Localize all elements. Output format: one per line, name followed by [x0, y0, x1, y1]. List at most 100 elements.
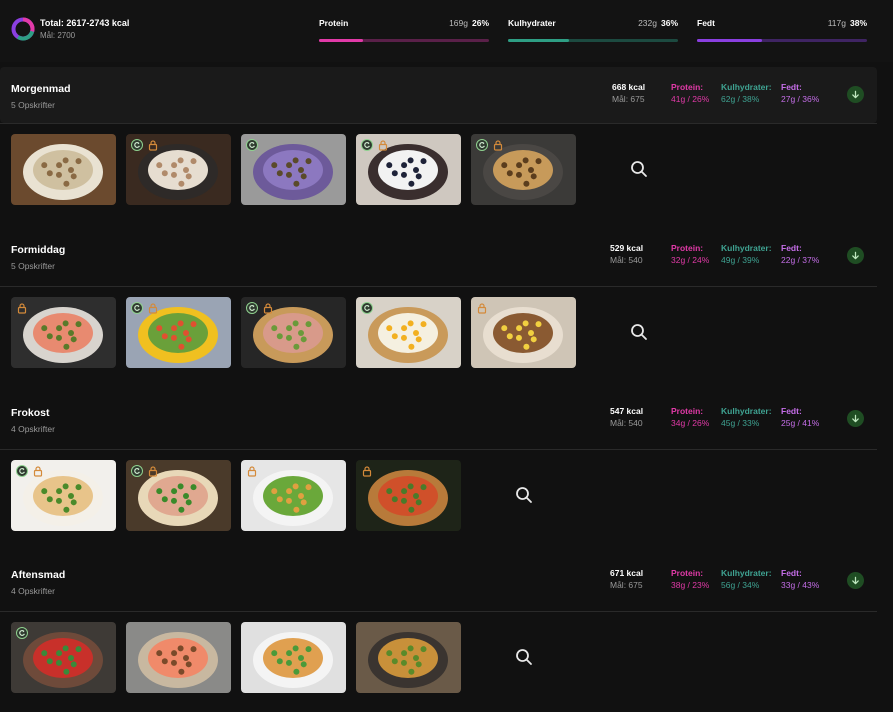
macro-value: 232g 36% [638, 18, 678, 28]
protein-label: Protein: [671, 243, 704, 253]
recipe-count: 5 Opskrifter [11, 100, 55, 110]
protein-value: 41g / 26% [671, 94, 710, 104]
carb-value: 49g / 39% [721, 255, 760, 265]
search-icon[interactable] [628, 158, 650, 180]
macro-progress-fill [697, 39, 762, 42]
fat-label: Fedt: [781, 82, 802, 92]
macro-carbs: Kulhydrater 232g 36% [508, 18, 678, 44]
fat-value: 22g / 37% [781, 255, 820, 265]
recipe-card[interactable] [241, 622, 346, 693]
macro-progress-fill [508, 39, 570, 42]
protein-value: 38g / 23% [671, 580, 710, 590]
lock-icon[interactable] [246, 465, 258, 477]
carb-label: Kulhydrater: [721, 406, 772, 416]
swap-icon[interactable] [476, 139, 488, 151]
meal-header[interactable]: Morgenmad 5 Opskrifter 668 kcal Mål: 675… [0, 67, 877, 123]
macro-label: Fedt [697, 18, 715, 28]
meal-header[interactable]: Formiddag 5 Opskrifter 529 kcal Mål: 540… [0, 230, 877, 286]
meal-header[interactable]: Aftensmad 4 Opskrifter 671 kcal Mål: 675… [0, 555, 877, 611]
lock-icon[interactable] [377, 139, 389, 151]
macro-percent: 36% [660, 18, 678, 28]
swap-icon[interactable] [131, 302, 143, 314]
meal-goal: Mål: 675 [610, 580, 643, 590]
swap-icon[interactable] [131, 465, 143, 477]
total-kcal-label: Total: 2617-2743 kcal [40, 18, 130, 28]
lock-icon[interactable] [147, 139, 159, 151]
macro-grams: 232g [638, 18, 657, 28]
recipe-count: 5 Opskrifter [11, 261, 55, 271]
recipe-card[interactable] [471, 297, 576, 368]
recipe-card[interactable] [356, 460, 461, 531]
search-icon[interactable] [513, 484, 535, 506]
recipe-card[interactable] [356, 297, 461, 368]
search-icon[interactable] [513, 646, 535, 668]
lock-icon[interactable] [16, 302, 28, 314]
recipe-card[interactable] [126, 134, 231, 205]
macro-percent: 38% [849, 18, 867, 28]
meal-kcal: 529 kcal [610, 243, 644, 253]
recipe-card[interactable] [126, 622, 231, 693]
recipe-card[interactable] [356, 622, 461, 693]
grilled-chicken-salad-image [241, 622, 346, 693]
macro-label: Kulhydrater [508, 18, 556, 28]
swap-icon[interactable] [246, 139, 258, 151]
protein-value: 34g / 26% [671, 418, 710, 428]
meal-name: Formiddag [11, 244, 66, 256]
macro-fat: Fedt 117g 38% [697, 18, 867, 44]
recipe-card[interactable] [241, 134, 346, 205]
meal-kcal: 671 kcal [610, 568, 644, 578]
meal-name: Aftensmad [11, 569, 66, 581]
carb-value: 62g / 38% [721, 94, 760, 104]
arrow-down-icon[interactable] [847, 572, 864, 589]
recipe-card[interactable] [126, 460, 231, 531]
arrow-down-icon[interactable] [847, 410, 864, 427]
meal-goal: Mål: 675 [612, 94, 645, 104]
recipe-card[interactable] [356, 134, 461, 205]
total-goal-label: Mål: 2700 [40, 31, 76, 40]
recipe-card[interactable] [241, 297, 346, 368]
carb-label: Kulhydrater: [721, 568, 772, 578]
swap-icon[interactable] [361, 139, 373, 151]
recipe-card[interactable] [11, 460, 116, 531]
swap-icon[interactable] [16, 465, 28, 477]
macro-percent: 26% [471, 18, 489, 28]
macro-progress-fill [319, 39, 364, 42]
search-icon[interactable] [628, 321, 650, 343]
recipe-card[interactable] [126, 297, 231, 368]
lock-icon[interactable] [262, 302, 274, 314]
meal-name: Morgenmad [11, 83, 71, 95]
arrow-down-icon[interactable] [847, 247, 864, 264]
lock-icon[interactable] [147, 302, 159, 314]
swap-icon[interactable] [16, 627, 28, 639]
protein-label: Protein: [671, 82, 704, 92]
recipe-card[interactable] [11, 622, 116, 693]
lock-icon[interactable] [476, 302, 488, 314]
section-divider [0, 123, 877, 124]
meal-kcal: 668 kcal [612, 82, 646, 92]
section-divider [0, 611, 877, 612]
swap-icon[interactable] [361, 302, 373, 314]
lock-icon[interactable] [147, 465, 159, 477]
fat-value: 25g / 41% [781, 418, 820, 428]
lock-icon[interactable] [361, 465, 373, 477]
macro-value: 169g 26% [449, 18, 489, 28]
recipe-card[interactable] [11, 297, 116, 368]
fat-label: Fedt: [781, 406, 802, 416]
recipe-card[interactable] [471, 134, 576, 205]
macro-grams: 117g [827, 18, 846, 28]
arrow-down-icon[interactable] [847, 86, 864, 103]
swap-icon[interactable] [246, 302, 258, 314]
lock-icon[interactable] [32, 465, 44, 477]
meal-header[interactable]: Frokost 4 Opskrifter 547 kcal Mål: 540 P… [0, 393, 877, 449]
fat-value: 27g / 36% [781, 94, 820, 104]
swap-icon[interactable] [131, 139, 143, 151]
section-divider [0, 286, 877, 287]
meal-kcal: 547 kcal [610, 406, 644, 416]
fat-value: 33g / 43% [781, 580, 820, 590]
salmon-bagel-image [126, 622, 231, 693]
recipe-card[interactable] [241, 460, 346, 531]
recipe-card[interactable] [11, 134, 116, 205]
lock-icon[interactable] [492, 139, 504, 151]
fried-rice-image [356, 622, 461, 693]
macro-label: Protein [319, 18, 349, 28]
